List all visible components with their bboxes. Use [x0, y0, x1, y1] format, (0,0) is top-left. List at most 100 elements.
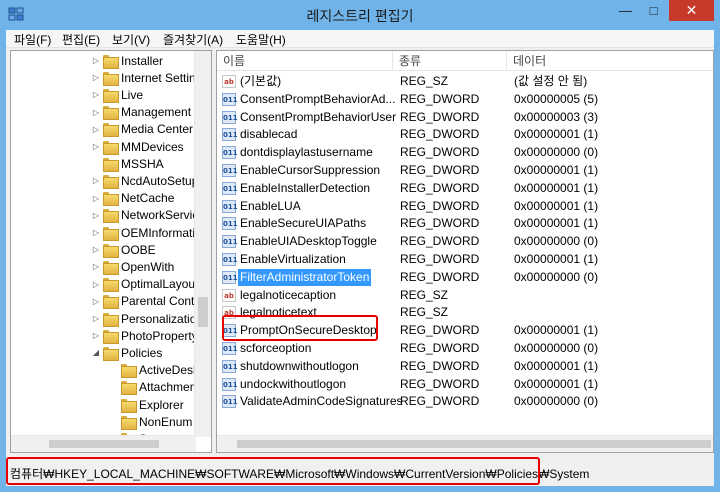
expand-arrow-icon[interactable]: ▷: [91, 280, 101, 289]
tree-item[interactable]: ▷ NcdAutoSetup: [91, 172, 198, 189]
expand-arrow-icon[interactable]: ▷: [91, 314, 101, 323]
menu-favorites[interactable]: 즐겨찾기(A): [163, 31, 223, 48]
menu-view[interactable]: 보기(V): [112, 31, 150, 48]
tree-item-label: NetCache: [121, 191, 175, 206]
expand-arrow-icon[interactable]: ▷: [91, 331, 101, 340]
value-row[interactable]: 011 undockwithoutlogon REG_DWORD 0x00000001…: [217, 376, 713, 394]
expand-arrow-icon[interactable]: ▷: [91, 245, 101, 254]
tree-scroll-thumb[interactable]: [198, 297, 208, 327]
value-name: EnableLUA: [240, 198, 301, 213]
collapse-arrow-icon[interactable]: ◢: [91, 348, 101, 357]
values-pane[interactable]: 이름 종류 데이터 ab (기본값) REG_SZ (값 설정 안 됨) 011 Cons…: [216, 50, 714, 453]
value-row[interactable]: 011 EnableSecureUIAPaths REG_DWORD 0x000000…: [217, 215, 713, 233]
expand-arrow-icon[interactable]: ▷: [91, 108, 101, 117]
expand-arrow-icon[interactable]: ▷: [91, 56, 101, 65]
registry-editor-window: 레지스트리 편집기 — □ ✕ 파일(F) 편집(E) 보기(V) 즐겨찾기(A…: [0, 0, 720, 492]
close-button[interactable]: ✕: [669, 0, 714, 21]
expand-arrow-icon[interactable]: ▷: [91, 228, 101, 237]
expand-arrow-icon[interactable]: ▷: [91, 262, 101, 271]
tree-hscroll-thumb[interactable]: [49, 440, 159, 448]
folder-icon: [103, 106, 119, 121]
value-row[interactable]: 011 EnableInstallerDetection REG_DWORD 0x00…: [217, 180, 713, 198]
expand-arrow-icon[interactable]: ▷: [91, 211, 101, 220]
value-row[interactable]: 011 dontdisplaylastusername REG_DWORD 0x000…: [217, 144, 713, 162]
expand-arrow-icon[interactable]: ▷: [91, 194, 101, 203]
value-row[interactable]: 011 EnableLUA REG_DWORD 0x00000001 (1): [217, 198, 713, 216]
expand-arrow-icon[interactable]: ▷: [91, 73, 101, 82]
column-header-type[interactable]: 종류: [393, 51, 507, 71]
value-data: 0x00000000 (0): [514, 234, 599, 249]
values-horizontal-scrollbar[interactable]: [217, 435, 713, 452]
folder-icon: [103, 88, 119, 103]
value-row[interactable]: 011 disablecad REG_DWORD 0x00000001 (1): [217, 126, 713, 144]
tree-item[interactable]: ▷ PhotoProperty: [91, 327, 198, 344]
value-row[interactable]: ab legalnoticecaption REG_SZ: [217, 287, 713, 305]
expand-arrow-icon[interactable]: ▷: [91, 176, 101, 185]
expand-arrow-icon[interactable]: ▷: [91, 297, 101, 306]
maximize-button[interactable]: □: [640, 0, 667, 21]
value-row[interactable]: 011 scforceoption REG_DWORD 0x00000000 (0): [217, 340, 713, 358]
tree-item[interactable]: ▷ Live: [91, 86, 143, 103]
value-data: 0x00000001 (1): [514, 198, 599, 213]
tree-item[interactable]: ▷ OptimalLayout: [91, 276, 198, 293]
tree-item[interactable]: ▷ Management I: [91, 104, 198, 121]
tree-horizontal-scrollbar[interactable]: [11, 435, 196, 452]
tree-item[interactable]: ▷ Installer: [91, 52, 163, 69]
expand-arrow-icon[interactable]: ▷: [91, 142, 101, 151]
tree-item[interactable]: MSSHA: [91, 155, 164, 172]
tree-item[interactable]: ▷ NetCache: [91, 190, 174, 207]
values-hscroll-thumb[interactable]: [237, 440, 711, 448]
value-type: REG_DWORD: [400, 394, 480, 409]
expand-arrow-icon[interactable]: ▷: [91, 90, 101, 99]
tree-item-label: OptimalLayout: [121, 277, 199, 292]
value-type: REG_DWORD: [400, 163, 480, 177]
column-header-name[interactable]: 이름: [217, 51, 393, 71]
value-row[interactable]: 011 EnableCursorSuppression REG_DWORD 0x000…: [217, 162, 713, 180]
tree-item[interactable]: ◢ Policies: [91, 344, 162, 361]
value-type: REG_DWORD: [400, 234, 480, 249]
tree-item[interactable]: ▷ OpenWith: [91, 258, 174, 275]
tree-item[interactable]: ▷ Parental Contro: [91, 293, 205, 310]
binary-value-icon: 011: [222, 217, 238, 231]
value-row[interactable]: 011 ConsentPromptBehaviorAd... REG_DWORD 0x…: [217, 91, 713, 109]
tree-item-label: NonEnum: [139, 414, 193, 429]
value-row[interactable]: 011 EnableUIADesktopToggle REG_DWORD 0x0000…: [217, 233, 713, 251]
minimize-button[interactable]: —: [612, 0, 639, 21]
value-row[interactable]: 011 shutdownwithoutlogon REG_DWORD 0x000000…: [217, 358, 713, 376]
value-row[interactable]: 011 ValidateAdminCodeSignatures REG_DWORD 0…: [217, 393, 713, 411]
tree-item[interactable]: ▷ Internet Setting: [91, 69, 202, 86]
menu-help[interactable]: 도움말(H): [236, 31, 286, 48]
folder-icon: [103, 295, 119, 310]
column-header-data[interactable]: 데이터: [507, 51, 713, 71]
tree-item-label: ActiveDesk: [139, 363, 200, 378]
folder-icon: [103, 243, 119, 258]
binary-value-icon: 011: [222, 359, 238, 373]
tree-item[interactable]: ▷ Personalizatio: [91, 310, 196, 327]
value-data: 0x00000001 (1): [514, 180, 599, 195]
value-row[interactable]: ab (기본값) REG_SZ (값 설정 안 됨): [217, 73, 713, 91]
title-bar[interactable]: 레지스트리 편집기 — □ ✕: [0, 0, 720, 30]
key-tree-pane[interactable]: ▷ Installer ▷ Internet Setting ▷ Live ▷ Managem…: [10, 50, 212, 453]
tree-item[interactable]: Explorer: [109, 396, 184, 413]
value-row[interactable]: 011 ConsentPromptBehaviorUser REG_DWORD 0x0…: [217, 109, 713, 127]
tree-vertical-scrollbar[interactable]: [194, 51, 211, 437]
tree-item-label: MSSHA: [121, 156, 164, 171]
menu-edit[interactable]: 편집(E): [62, 31, 100, 48]
tree-item[interactable]: ▷ OOBE: [91, 241, 156, 258]
tree-item[interactable]: NonEnum: [109, 413, 192, 430]
tree-item[interactable]: ▷ NetworkServic: [91, 207, 198, 224]
tree-item[interactable]: ▷ Media Center: [91, 121, 193, 138]
folder-icon: [103, 226, 119, 241]
value-data: 0x00000001 (1): [514, 163, 599, 177]
menu-file[interactable]: 파일(F): [14, 31, 51, 48]
tree-item[interactable]: ActiveDesk: [109, 362, 199, 379]
value-type: REG_DWORD: [400, 269, 480, 284]
expand-arrow-icon[interactable]: ▷: [91, 125, 101, 134]
tree-item[interactable]: ▷ MMDevices: [91, 138, 184, 155]
tree-item[interactable]: ▷ OEMInformati: [91, 224, 195, 241]
tree-item[interactable]: Attachmen: [109, 379, 196, 396]
value-name: ConsentPromptBehaviorUser: [240, 109, 397, 124]
value-name: undockwithoutlogon: [240, 376, 347, 391]
value-row[interactable]: 011 EnableVirtualization REG_DWORD 0x000000…: [217, 251, 713, 269]
value-row[interactable]: 011 FilterAdministratorToken REG_DWORD 0x00…: [217, 268, 713, 287]
